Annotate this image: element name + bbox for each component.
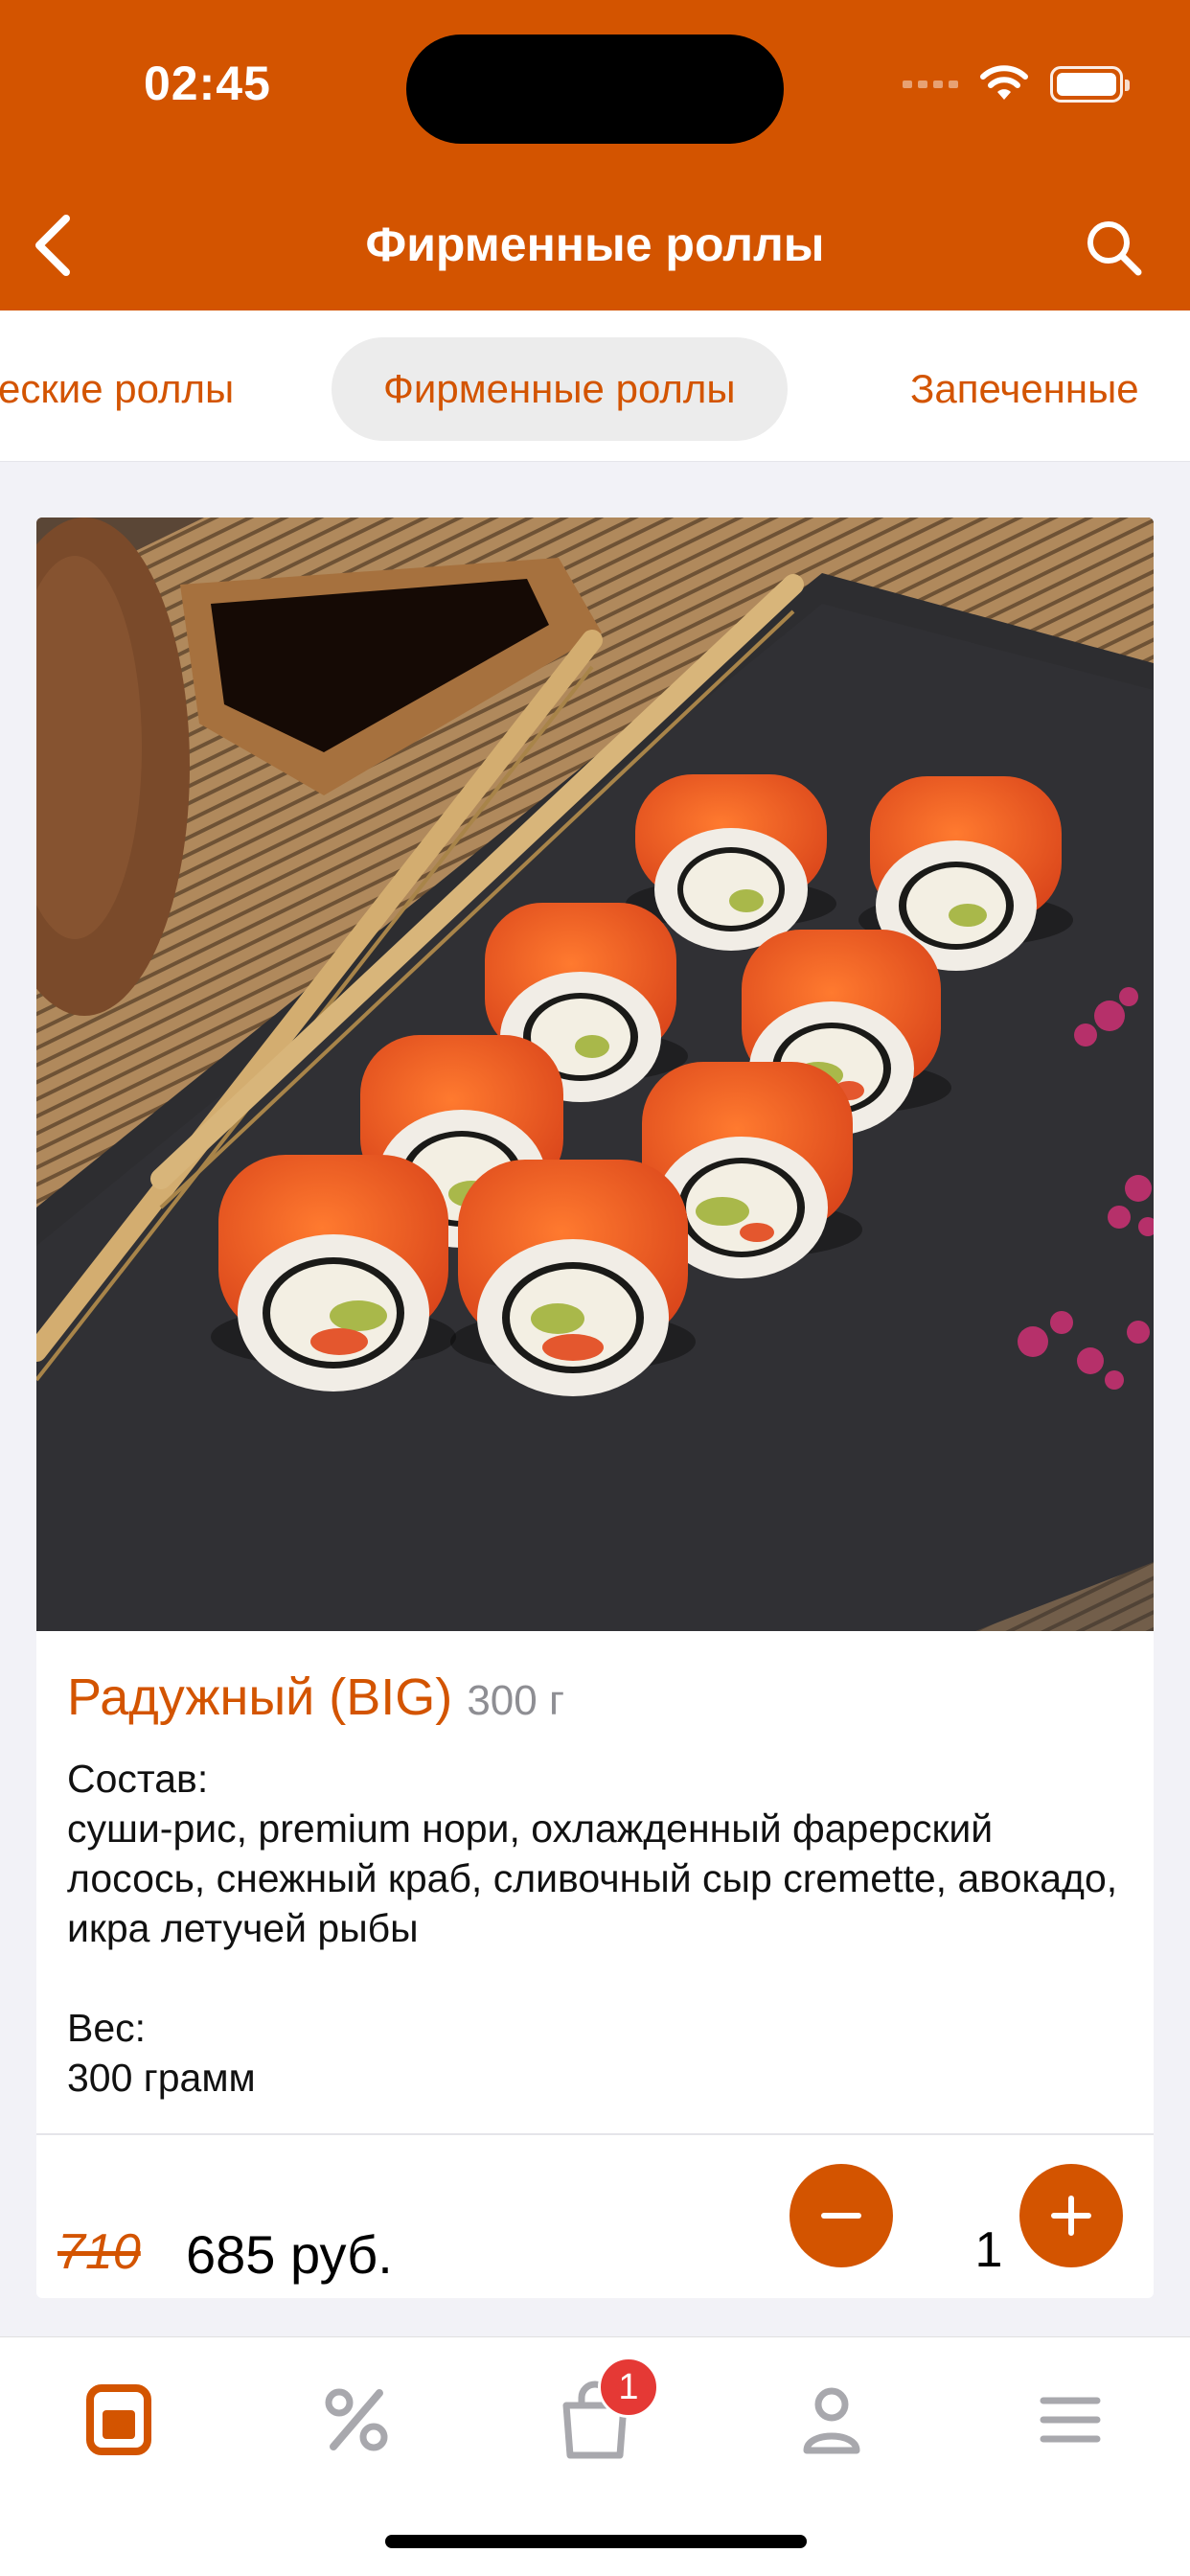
- minus-icon: [821, 2213, 861, 2219]
- product-name: Радужный (BIG): [67, 1668, 453, 1726]
- tab-profile[interactable]: [784, 2372, 880, 2468]
- category-tabs: еские роллы Фирменные роллы Запеченные: [0, 310, 1190, 462]
- tab-more[interactable]: [1022, 2372, 1118, 2468]
- hamburger-icon: [1040, 2397, 1101, 2443]
- home-indicator: [385, 2535, 807, 2548]
- tab-promotions[interactable]: [309, 2372, 404, 2468]
- page-title: Фирменные роллы: [365, 218, 825, 271]
- battery-icon: [1050, 66, 1130, 103]
- plus-icon: [1051, 2196, 1091, 2236]
- percent-icon: [325, 2388, 388, 2451]
- status-time: 02:45: [144, 57, 271, 110]
- user-icon: [803, 2387, 860, 2454]
- composition-label: Состав:: [67, 1757, 209, 1801]
- product-title: Радужный (BIG) 300 г: [67, 1668, 564, 1727]
- tab-menu[interactable]: [71, 2372, 167, 2468]
- wifi-icon: [980, 65, 1028, 100]
- product-description: Состав: суши-рис, premium нори, охлажден…: [67, 1754, 1131, 2103]
- tab-classic-rolls[interactable]: еские роллы: [0, 337, 234, 441]
- cart-badge: 1: [598, 2357, 659, 2418]
- old-price: 710: [57, 2224, 141, 2280]
- increase-quantity-button[interactable]: [1019, 2164, 1123, 2267]
- weight-label: Вес:: [67, 2006, 147, 2050]
- product-weight: 300 г: [467, 1677, 564, 1724]
- menu-book-icon: [86, 2384, 151, 2455]
- search-icon: [1087, 221, 1142, 276]
- price: 685 руб.: [186, 2224, 393, 2285]
- weight-value: 300 грамм: [67, 2056, 256, 2100]
- composition-text: суши-рис, premium нори, охлажденный фаре…: [67, 1806, 1118, 1950]
- cellular-signal-icon: [903, 80, 958, 88]
- decrease-quantity-button[interactable]: [790, 2164, 893, 2267]
- dynamic-island: [406, 34, 784, 144]
- status-icons: [903, 65, 1130, 104]
- tab-baked-rolls[interactable]: Запеченные: [910, 337, 1139, 441]
- app-header: 02:45 Фирменные роллы: [0, 0, 1190, 310]
- bottom-tab-bar: 1: [0, 2336, 1190, 2576]
- divider: [36, 2133, 1154, 2135]
- search-button[interactable]: [1075, 209, 1152, 286]
- product-card[interactable]: Радужный (BIG) 300 г Состав: суши-рис, p…: [36, 518, 1154, 2298]
- tab-signature-rolls[interactable]: Фирменные роллы: [332, 337, 788, 441]
- product-photo: [36, 518, 1154, 1631]
